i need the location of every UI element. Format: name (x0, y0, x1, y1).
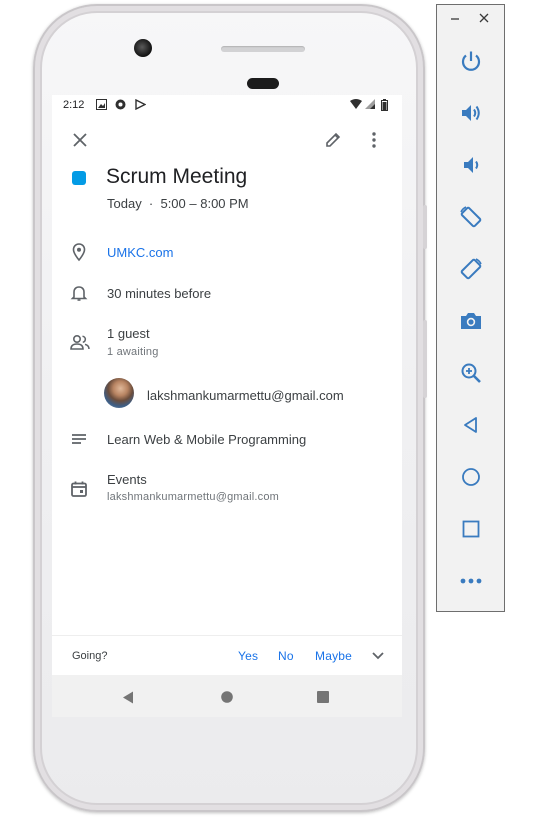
rsvp-prompt: Going? (72, 650, 108, 662)
close-window-icon[interactable] (479, 13, 489, 25)
rsvp-no-button[interactable]: No (278, 649, 294, 663)
front-camera (134, 39, 152, 57)
close-icon[interactable] (69, 129, 91, 151)
signal-icon (365, 99, 375, 113)
event-datetime: Today · 5:00 – 8:00 PM (107, 196, 249, 211)
navigation-bar (52, 675, 402, 717)
event-color-chip (72, 171, 86, 185)
camera-screenshot-icon[interactable] (457, 307, 485, 335)
edit-pencil-icon[interactable] (322, 129, 344, 151)
device-volume-key (423, 320, 427, 398)
calendar-name: Events (107, 472, 147, 487)
battery-icon (381, 99, 388, 114)
rotate-left-icon[interactable] (457, 203, 485, 231)
minimize-icon[interactable] (450, 13, 460, 25)
calendar-owner: lakshmankumarmettu@gmail.com (107, 491, 280, 503)
event-notification: 30 minutes before (107, 286, 212, 301)
earpiece-speaker (221, 46, 305, 52)
location-pin-icon (69, 242, 89, 262)
more-vert-icon[interactable] (363, 129, 385, 151)
play-protect-icon (135, 98, 147, 113)
back-triangle-icon[interactable] (118, 687, 138, 707)
image-icon (96, 99, 107, 113)
zoom-icon[interactable] (457, 359, 485, 387)
chevron-down-icon[interactable] (368, 648, 388, 664)
guest-email[interactable]: lakshmankumarmettu@gmail.com (147, 388, 344, 403)
event-title: Scrum Meeting (106, 165, 248, 188)
more-horiz-icon[interactable] (457, 567, 485, 595)
recents-square-icon[interactable] (313, 687, 333, 707)
status-time: 2:12 (63, 99, 85, 111)
event-description: Learn Web & Mobile Programming (107, 432, 307, 447)
avatar (104, 378, 134, 408)
guests-summary: 1 guest (107, 326, 150, 341)
settings-sync-icon (115, 99, 126, 113)
emulator-toolbar (436, 4, 505, 612)
volume-down-icon[interactable] (457, 151, 485, 179)
rsvp-bar: Going? Yes No Maybe (52, 635, 402, 675)
bell-icon (69, 283, 89, 303)
home-icon[interactable] (457, 463, 485, 491)
back-icon[interactable] (457, 411, 485, 439)
rsvp-maybe-button[interactable]: Maybe (315, 649, 352, 663)
power-icon[interactable] (457, 47, 485, 75)
proximity-sensor (247, 78, 279, 89)
people-icon (69, 333, 90, 353)
calendar-icon (69, 479, 89, 499)
volume-up-icon[interactable] (457, 99, 485, 127)
phone-screen: 2:12 Scrum Meeting Today · 5:00 – 8:00 P… (52, 95, 402, 717)
description-lines-icon (69, 429, 89, 449)
guests-status: 1 awaiting (107, 346, 159, 358)
event-location-link[interactable]: UMKC.com (107, 245, 173, 260)
device-power-key (423, 205, 427, 249)
wifi-icon (350, 99, 362, 113)
rotate-right-icon[interactable] (457, 255, 485, 283)
status-bar: 2:12 (52, 95, 402, 115)
overview-icon[interactable] (457, 515, 485, 543)
rsvp-yes-button[interactable]: Yes (238, 649, 258, 663)
home-circle-icon[interactable] (217, 687, 237, 707)
